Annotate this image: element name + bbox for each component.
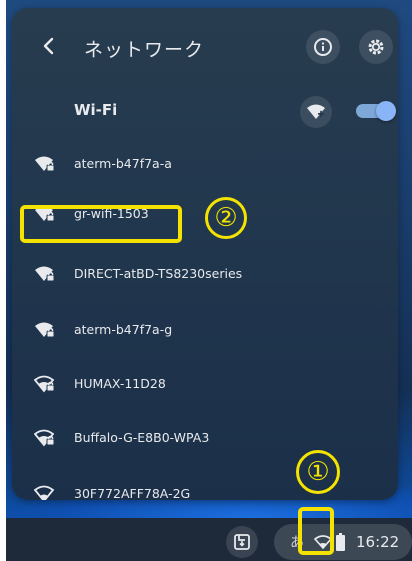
- toggle-knob: [376, 101, 396, 121]
- network-quick-settings-panel: ネットワーク Wi-Fi aterm-b47f7a-a gr-wifi-1503…: [12, 8, 398, 500]
- wifi-locked-icon: [35, 322, 55, 338]
- network-name: aterm-b47f7a-a: [74, 156, 172, 171]
- settings-button[interactable]: [359, 30, 393, 64]
- wifi-weak-locked-icon: [34, 375, 55, 393]
- network-item[interactable]: HUMAX-11D28: [12, 360, 398, 410]
- network-item[interactable]: DIRECT-atBD-TS8230series: [12, 250, 398, 300]
- network-name: 30F772AFF78A-2G: [74, 486, 191, 500]
- wifi-weak-locked-icon: [34, 429, 55, 447]
- highlight-network-box: [20, 205, 182, 243]
- wifi-toggle[interactable]: [356, 101, 396, 121]
- info-icon: [314, 38, 332, 56]
- network-name: Buffalo-G-E8B0-WPA3: [74, 430, 210, 445]
- network-item[interactable]: Buffalo-G-E8B0-WPA3: [12, 414, 398, 464]
- shelf: あ 16:22: [6, 518, 412, 561]
- network-name: aterm-b47f7a-g: [74, 322, 173, 337]
- wifi-locked-icon: [35, 156, 55, 172]
- wifi-toggle-row: Wi-Fi: [12, 92, 398, 132]
- step-marker-1: ①: [296, 450, 340, 494]
- status-tray[interactable]: あ 16:22: [274, 524, 412, 560]
- gear-icon: [368, 39, 384, 55]
- holding-space-icon: [234, 534, 250, 550]
- wifi-add-icon: [307, 104, 325, 119]
- network-item[interactable]: 30F772AFF78A-2G: [12, 470, 398, 500]
- network-item[interactable]: aterm-b47f7a-a: [12, 140, 398, 190]
- network-name: DIRECT-atBD-TS8230series: [74, 266, 243, 281]
- highlight-tray-box: [298, 507, 334, 555]
- wifi-weak-icon: [34, 485, 55, 500]
- holding-space-button[interactable]: [226, 526, 258, 558]
- chevron-left-icon[interactable]: [38, 35, 60, 57]
- add-network-button[interactable]: [300, 96, 332, 128]
- info-button[interactable]: [306, 30, 340, 64]
- network-name: HUMAX-11D28: [74, 376, 166, 391]
- page-title: ネットワーク: [84, 39, 205, 61]
- wifi-label: Wi-Fi: [74, 101, 118, 119]
- battery-icon: [336, 533, 345, 551]
- step-marker-2: ②: [205, 197, 247, 239]
- clock[interactable]: 16:22: [356, 533, 399, 551]
- network-item[interactable]: aterm-b47f7a-g: [12, 306, 398, 356]
- wifi-locked-icon: [35, 266, 55, 282]
- panel-header: ネットワーク: [12, 8, 398, 80]
